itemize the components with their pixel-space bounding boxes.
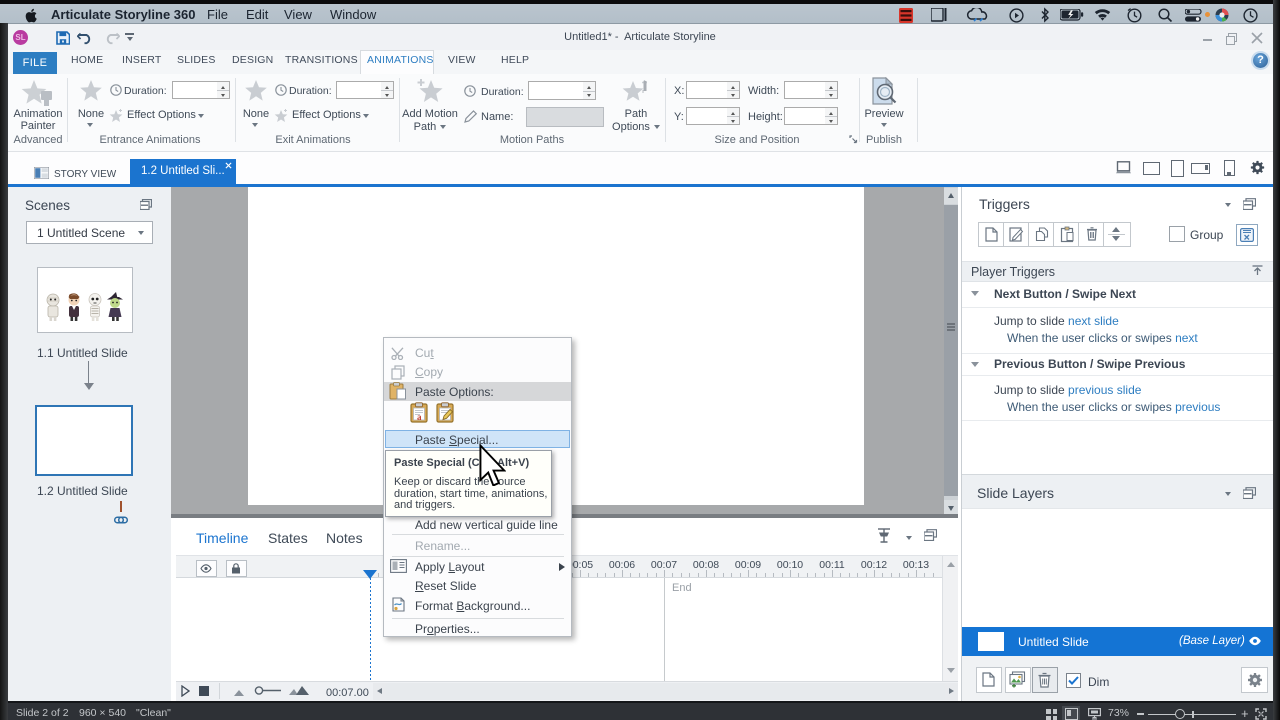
svg-text:a: a	[417, 412, 422, 422]
